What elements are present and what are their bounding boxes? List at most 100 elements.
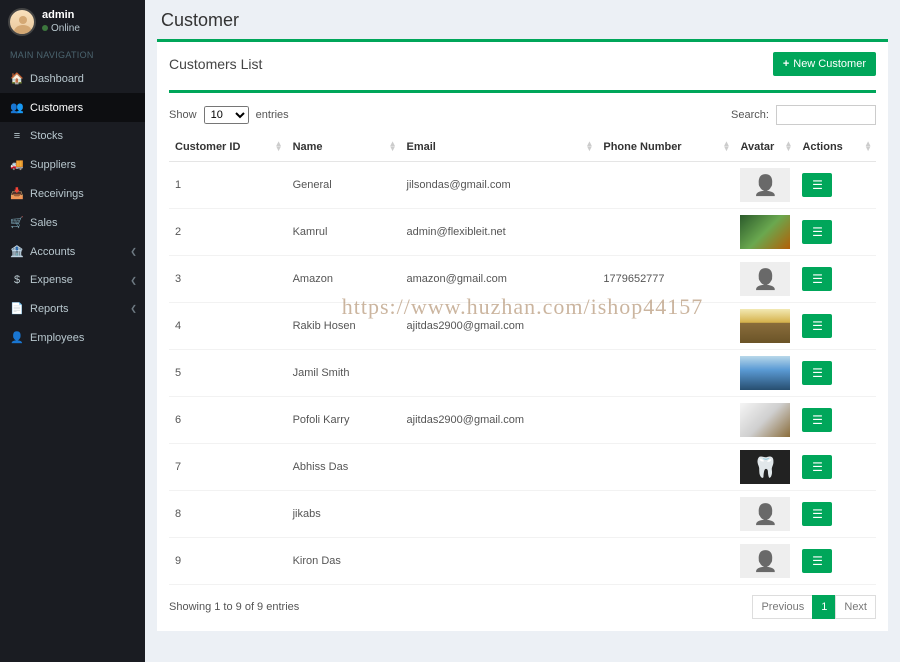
customers-table: Customer ID▲▼Name▲▼Email▲▼Phone Number▲▼…: [169, 133, 876, 585]
sort-icon: ▲▼: [785, 142, 793, 152]
sidebar-item-label: Dashboard: [30, 73, 84, 85]
sidebar-item-reports[interactable]: 📄Reports❮: [0, 294, 145, 323]
sales-icon: 🛒: [10, 216, 24, 229]
cell-actions: ☰: [796, 303, 876, 350]
chevron-left-icon: ❮: [130, 276, 137, 285]
cell-id: 8: [169, 491, 287, 538]
customers-box: Customers List + New Customer Show 10255…: [157, 39, 888, 631]
cell-email: ajitdas2900@gmail.com: [401, 397, 598, 444]
avatar[interactable]: [8, 8, 36, 36]
cell-phone: [597, 162, 734, 209]
cell-actions: ☰: [796, 491, 876, 538]
row-action-button[interactable]: ☰: [802, 267, 832, 291]
cell-name: General: [287, 162, 401, 209]
sort-icon: ▲▼: [864, 142, 872, 152]
user-status: Online: [42, 23, 80, 35]
avatar-thumbnail: [740, 450, 790, 484]
cell-avatar: [734, 538, 796, 585]
sidebar-item-employees[interactable]: 👤 Employees: [0, 323, 145, 352]
user-name: admin: [42, 9, 80, 22]
sidebar-item-dashboard[interactable]: 🏠Dashboard: [0, 64, 145, 93]
cell-name: Amazon: [287, 256, 401, 303]
sidebar-item-label: Accounts: [30, 246, 75, 258]
column-label: Email: [407, 141, 436, 153]
column-header[interactable]: Name▲▼: [287, 133, 401, 162]
table-row: 3Amazonamazon@gmail.com1779652777☰: [169, 256, 876, 303]
receivings-icon: 📥: [10, 187, 24, 200]
cell-actions: ☰: [796, 444, 876, 491]
row-action-button[interactable]: ☰: [802, 173, 832, 197]
row-action-button[interactable]: ☰: [802, 549, 832, 573]
cell-email: admin@flexibleit.net: [401, 209, 598, 256]
cell-email: amazon@gmail.com: [401, 256, 598, 303]
row-action-button[interactable]: ☰: [802, 220, 832, 244]
cell-avatar: [734, 350, 796, 397]
search-control: Search:: [731, 105, 876, 125]
row-action-button[interactable]: ☰: [802, 408, 832, 432]
cell-email: [401, 491, 598, 538]
plus-icon: +: [783, 58, 789, 70]
pager-previous[interactable]: Previous: [752, 595, 813, 619]
accounts-icon: 🏦: [10, 245, 24, 258]
row-action-button[interactable]: ☰: [802, 314, 832, 338]
search-input[interactable]: [776, 105, 876, 125]
reports-icon: 📄: [10, 302, 24, 315]
cell-phone: [597, 350, 734, 397]
cell-avatar: [734, 162, 796, 209]
cell-email: jilsondas@gmail.com: [401, 162, 598, 209]
nav: 🏠Dashboard👥Customers≡Stocks 🚚 Suppliers 📥 Re…: [0, 64, 145, 352]
action-icon: ☰: [812, 554, 823, 568]
row-action-button[interactable]: ☰: [802, 502, 832, 526]
sort-icon: ▲▼: [275, 142, 283, 152]
cell-id: 5: [169, 350, 287, 397]
sidebar-item-suppliers[interactable]: 🚚 Suppliers: [0, 150, 145, 179]
pager-page-1[interactable]: 1: [812, 595, 836, 619]
chevron-left-icon: ❮: [130, 247, 137, 256]
avatar-thumbnail: [740, 544, 790, 578]
employees-icon: 👤: [10, 331, 24, 344]
column-label: Name: [293, 141, 323, 153]
cell-email: [401, 350, 598, 397]
row-action-button[interactable]: ☰: [802, 455, 832, 479]
box-header: Customers List + New Customer: [157, 42, 888, 86]
table-row: 9Kiron Das☰: [169, 538, 876, 585]
cell-avatar: [734, 256, 796, 303]
column-header[interactable]: Email▲▼: [401, 133, 598, 162]
cell-avatar: [734, 397, 796, 444]
new-customer-button[interactable]: + New Customer: [773, 52, 876, 76]
row-action-button[interactable]: ☰: [802, 361, 832, 385]
column-label: Avatar: [740, 141, 774, 153]
cell-name: Kamrul: [287, 209, 401, 256]
avatar-thumbnail: [740, 168, 790, 202]
sidebar-item-receivings[interactable]: 📥 Receivings: [0, 179, 145, 208]
sidebar-item-customers[interactable]: 👥Customers: [0, 93, 145, 122]
pager-next[interactable]: Next: [835, 595, 876, 619]
sidebar-item-label: Receivings: [30, 188, 84, 200]
avatar-thumbnail: [740, 309, 790, 343]
column-header[interactable]: Avatar ▲▼: [734, 133, 796, 162]
cell-id: 1: [169, 162, 287, 209]
cell-phone: [597, 209, 734, 256]
chevron-left-icon: ❮: [130, 304, 137, 313]
suppliers-icon: 🚚: [10, 158, 24, 171]
action-icon: ☰: [812, 460, 823, 474]
sidebar-item-expense[interactable]: $Expense❮: [0, 266, 145, 294]
sidebar-item-accounts[interactable]: 🏦 Accounts ❮: [0, 237, 145, 266]
sidebar-item-label: Customers: [30, 102, 83, 114]
column-header[interactable]: Customer ID▲▼: [169, 133, 287, 162]
column-header[interactable]: Phone Number▲▼: [597, 133, 734, 162]
table-row: 6Pofoli Karryajitdas2900@gmail.com☰: [169, 397, 876, 444]
cell-email: [401, 538, 598, 585]
sidebar-item-label: Employees: [30, 332, 84, 344]
sidebar-item-label: Suppliers: [30, 159, 76, 171]
sidebar-item-label: Stocks: [30, 130, 63, 142]
cell-phone: [597, 397, 734, 444]
action-icon: ☰: [812, 272, 823, 286]
avatar-thumbnail: [740, 215, 790, 249]
cell-email: [401, 444, 598, 491]
column-header[interactable]: Actions▲▼: [796, 133, 876, 162]
length-prefix: Show: [169, 109, 197, 121]
sidebar-item-sales[interactable]: 🛒Sales: [0, 208, 145, 237]
sidebar-item-stocks[interactable]: ≡Stocks: [0, 122, 145, 150]
length-select[interactable]: 102550100: [204, 106, 249, 124]
